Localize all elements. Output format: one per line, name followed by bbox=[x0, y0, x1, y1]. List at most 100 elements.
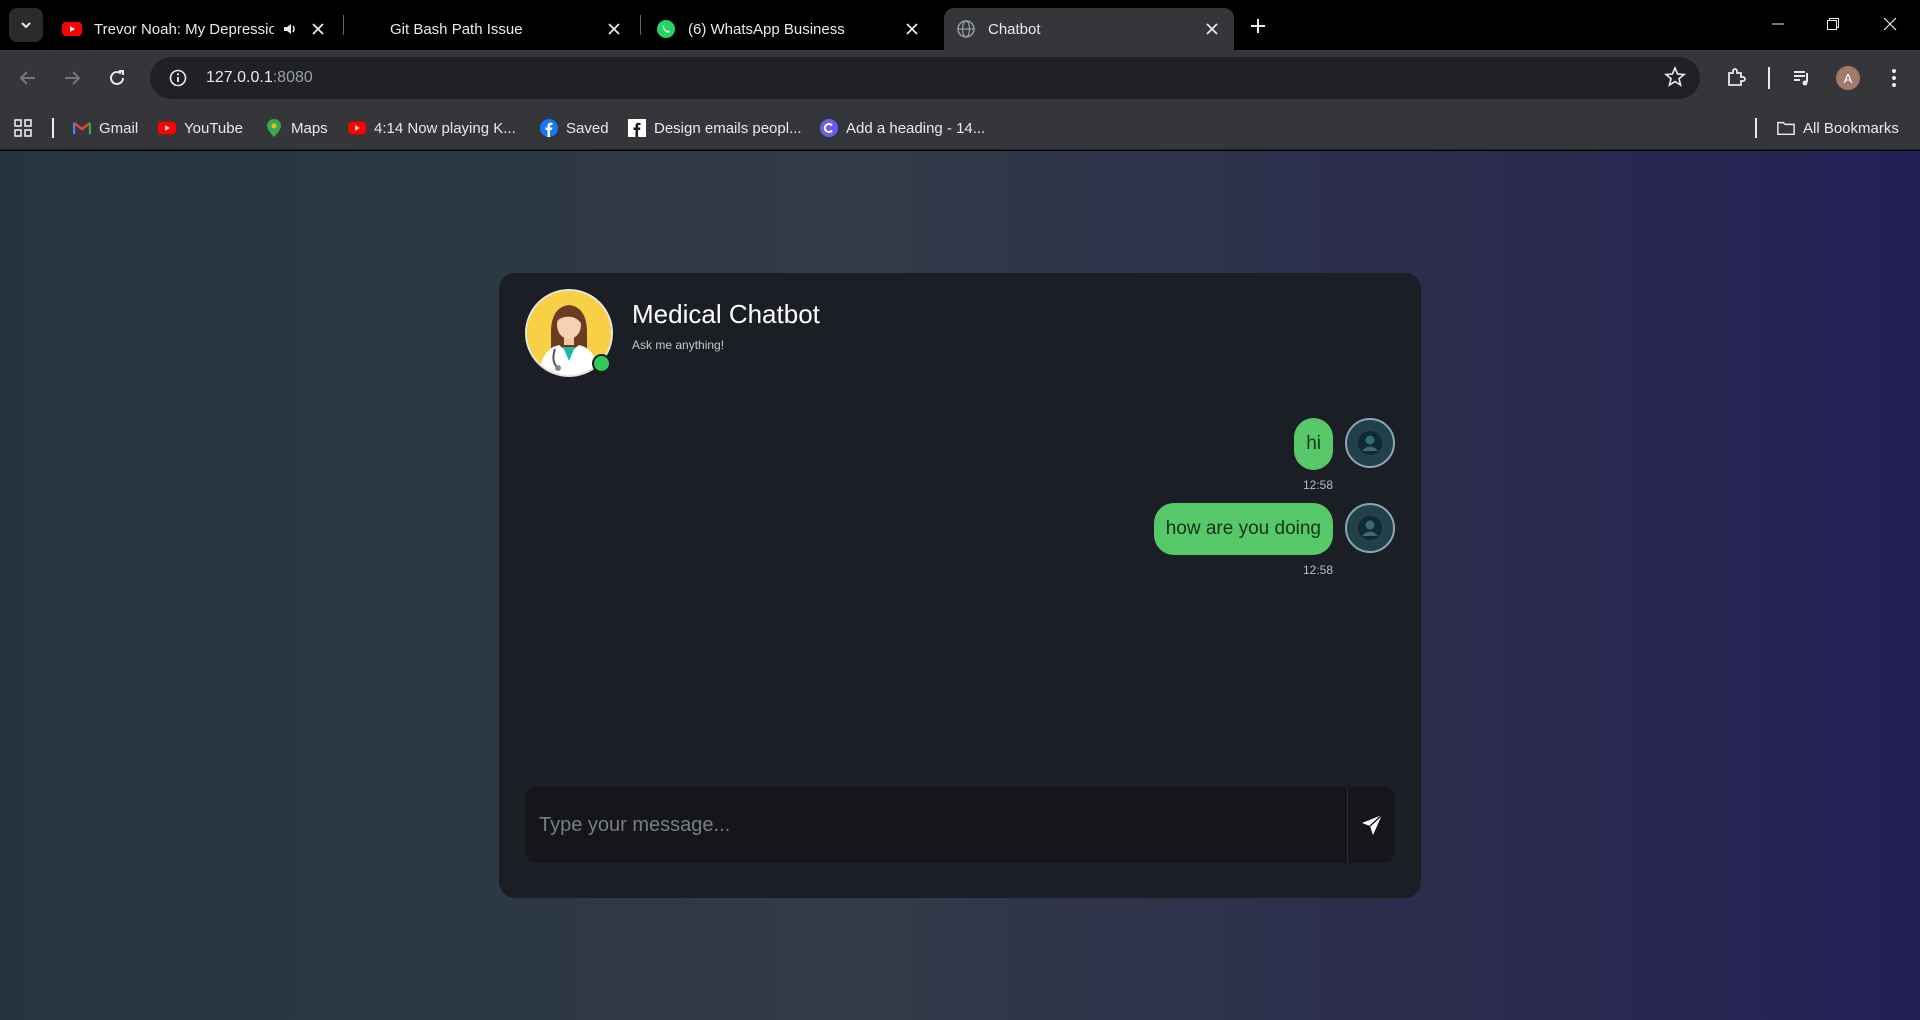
url-port: :8080 bbox=[272, 69, 313, 86]
message-input[interactable] bbox=[525, 787, 1347, 863]
close-tab-icon[interactable] bbox=[308, 19, 328, 39]
reload-button[interactable] bbox=[101, 62, 133, 94]
bookmark-gmail[interactable]: Gmail bbox=[73, 117, 138, 139]
message-time: 12:58 bbox=[1302, 478, 1333, 492]
site-info-icon[interactable] bbox=[158, 58, 198, 98]
minimize-button[interactable] bbox=[1755, 8, 1801, 40]
tab-title: Chatbot bbox=[988, 20, 1041, 38]
user-avatar bbox=[1345, 503, 1395, 553]
bookmark-maps[interactable]: Maps bbox=[265, 117, 328, 139]
message-time: 12:58 bbox=[1302, 563, 1333, 577]
blank-favicon bbox=[358, 19, 378, 39]
canva-icon bbox=[820, 119, 838, 137]
new-tab-button[interactable] bbox=[1244, 12, 1272, 40]
close-tab-icon[interactable] bbox=[902, 19, 922, 39]
browser-toolbar: 127.0.0.1:8080 A bbox=[0, 50, 1920, 106]
message-row: how are you doing bbox=[1153, 503, 1395, 555]
tab-whatsapp[interactable]: (6) WhatsApp Business bbox=[644, 8, 934, 50]
arrow-left-icon bbox=[19, 71, 35, 85]
youtube-icon bbox=[348, 119, 366, 137]
plus-icon bbox=[1251, 19, 1265, 33]
all-bookmarks-button[interactable]: All Bookmarks bbox=[1777, 117, 1899, 139]
chat-title: Medical Chatbot bbox=[632, 299, 820, 329]
menu-button[interactable] bbox=[1880, 64, 1908, 92]
message-composer bbox=[525, 787, 1395, 863]
tab-title: Trevor Noah: My Depression bbox=[94, 20, 274, 38]
arrow-right-icon bbox=[65, 71, 81, 85]
extensions-button[interactable] bbox=[1722, 64, 1750, 92]
send-button[interactable] bbox=[1347, 787, 1395, 863]
youtube-icon bbox=[158, 119, 176, 137]
tab-strip: Trevor Noah: My Depression Git Bash Path… bbox=[0, 0, 1920, 50]
message-row: hi bbox=[1294, 418, 1395, 470]
bookmarks-bar: Gmail YouTube Maps 4:14 Now playing K...… bbox=[0, 106, 1920, 150]
tab-title: Git Bash Path Issue bbox=[390, 20, 523, 38]
globe-icon bbox=[956, 19, 976, 39]
bookmark-label: YouTube bbox=[184, 119, 243, 137]
chat-card: Medical Chatbot Ask me anything! hi 12:5… bbox=[499, 273, 1421, 898]
speaker-icon[interactable] bbox=[280, 19, 300, 39]
kebab-menu-icon bbox=[1892, 69, 1896, 87]
close-tab-icon[interactable] bbox=[1202, 19, 1222, 39]
bot-avatar-wrapper bbox=[525, 289, 613, 377]
close-window-button[interactable] bbox=[1867, 8, 1913, 40]
facebook-icon bbox=[540, 119, 558, 137]
back-button[interactable] bbox=[12, 62, 44, 94]
reload-icon bbox=[110, 70, 124, 85]
bookmark-youtube[interactable]: YouTube bbox=[158, 117, 243, 139]
apps-button[interactable] bbox=[14, 117, 32, 139]
url-text: 127.0.0.1:8080 bbox=[206, 69, 313, 87]
puzzle-icon bbox=[1728, 68, 1746, 86]
page-background: Medical Chatbot Ask me anything! hi 12:5… bbox=[0, 151, 1920, 1020]
youtube-icon bbox=[62, 19, 82, 39]
bookmark-label: Maps bbox=[291, 119, 328, 137]
bookmark-label: Saved bbox=[566, 119, 609, 137]
tab-separator bbox=[640, 15, 641, 35]
bookmark-canva[interactable]: Add a heading - 14... bbox=[820, 117, 985, 139]
user-message-bubble: hi bbox=[1294, 418, 1333, 470]
chat-header: Medical Chatbot Ask me anything! bbox=[525, 289, 820, 379]
bookmark-saved[interactable]: Saved bbox=[540, 117, 609, 139]
user-avatar bbox=[1345, 418, 1395, 468]
all-bookmarks-label: All Bookmarks bbox=[1803, 119, 1899, 137]
close-tab-icon[interactable] bbox=[604, 19, 624, 39]
bookmark-label: 4:14 Now playing K... bbox=[374, 119, 516, 137]
bookmark-star-icon[interactable] bbox=[1664, 66, 1686, 88]
tab-git-bash[interactable]: Git Bash Path Issue bbox=[346, 8, 636, 50]
user-message-bubble: how are you doing bbox=[1153, 503, 1333, 555]
header-text: Medical Chatbot Ask me anything! bbox=[632, 299, 820, 352]
minimize-icon bbox=[1772, 23, 1784, 25]
media-control-button[interactable] bbox=[1788, 64, 1816, 92]
bookmark-now-playing[interactable]: 4:14 Now playing K... bbox=[348, 117, 516, 139]
bookmarks-separator bbox=[52, 118, 54, 138]
apps-grid-icon bbox=[14, 119, 32, 137]
facebook-f-icon bbox=[628, 119, 646, 137]
address-bar[interactable]: 127.0.0.1:8080 bbox=[150, 57, 1700, 99]
bookmark-label: Add a heading - 14... bbox=[846, 119, 986, 137]
send-icon bbox=[1361, 814, 1383, 835]
bookmark-design-emails[interactable]: Design emails peopl... bbox=[628, 117, 802, 139]
tab-title: (6) WhatsApp Business bbox=[688, 20, 845, 38]
bookmark-label: Design emails peopl... bbox=[654, 119, 802, 137]
restore-button[interactable] bbox=[1810, 8, 1856, 40]
gmail-icon bbox=[73, 119, 91, 137]
bookmark-label: Gmail bbox=[99, 119, 139, 137]
user-icon bbox=[1358, 431, 1382, 455]
tab-separator bbox=[343, 15, 344, 35]
maps-icon bbox=[265, 119, 283, 137]
toolbar-separator bbox=[1768, 67, 1770, 89]
profile-avatar[interactable]: A bbox=[1836, 66, 1860, 90]
close-icon bbox=[1883, 17, 1897, 31]
tab-chatbot[interactable]: Chatbot bbox=[944, 8, 1234, 50]
forward-button[interactable] bbox=[56, 62, 88, 94]
whatsapp-icon bbox=[656, 19, 676, 39]
tab-trevor-noah[interactable]: Trevor Noah: My Depression bbox=[50, 8, 340, 50]
bookmarks-separator bbox=[1755, 118, 1757, 138]
chat-subtitle: Ask me anything! bbox=[632, 338, 725, 352]
tab-search-button[interactable] bbox=[9, 8, 43, 42]
folder-icon bbox=[1777, 119, 1795, 137]
online-status-dot bbox=[592, 354, 611, 373]
playlist-icon bbox=[1794, 71, 1808, 86]
user-icon bbox=[1358, 516, 1382, 540]
url-host: 127.0.0.1 bbox=[206, 69, 273, 86]
